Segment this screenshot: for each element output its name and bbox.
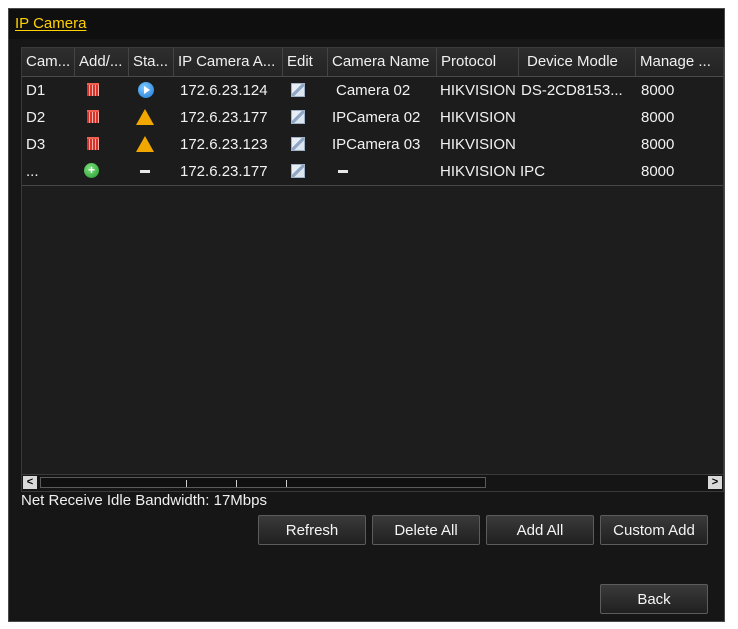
management-port: 8000 [641,136,675,153]
scrollbar-thumb[interactable] [40,477,486,488]
delete-all-button[interactable]: Delete All [372,515,480,545]
play-icon [138,82,154,98]
title-bar: IP Camera [9,9,724,39]
device-model [519,131,636,158]
scroll-tick [186,480,187,487]
scroll-right-arrow[interactable]: > [708,476,722,489]
scroll-left-arrow[interactable]: < [23,476,37,489]
edit-icon[interactable] [291,137,305,151]
trash-icon[interactable] [87,110,99,123]
table-row[interactable]: D1 172.6.23.124 Camera 02 HIKVISION DS-2… [22,77,723,105]
table-row[interactable]: D2 172.6.23.177 IPCamera 02 HIKVISION 80… [22,104,723,132]
ip-address: 172.6.23.123 [180,136,268,153]
protocol: HIKVISION [440,136,516,153]
col-header-device-model[interactable]: Device Modle [519,48,636,76]
dash-icon [338,170,348,173]
ip-address: 172.6.23.177 [180,163,268,180]
protocol: HIKVISION [440,109,516,126]
device-model: DS-2CD8153... [521,82,623,99]
camera-name: IPCamera 02 [332,109,421,126]
add-all-button[interactable]: Add All [486,515,594,545]
camera-no: D2 [26,109,46,126]
window-title: IP Camera [15,15,87,32]
camera-table: Cam... Add/... Sta... IP Camera A... Edi… [21,47,724,492]
camera-no: D3 [26,136,46,153]
ip-address: 172.6.23.177 [180,109,268,126]
table-row[interactable]: ... + 172.6.23.177 HIKVISION IPC 8000 [22,158,723,186]
protocol: HIKVISION IPC [440,163,546,180]
col-header-status[interactable]: Sta... [129,48,174,76]
back-button[interactable]: Back [600,584,708,614]
col-header-camera-name[interactable]: Camera Name [328,48,437,76]
camera-no: D1 [26,82,46,99]
trash-icon[interactable] [87,83,99,96]
ip-address: 172.6.23.124 [180,82,268,99]
custom-add-button[interactable]: Custom Add [600,515,708,545]
management-port: 8000 [641,82,675,99]
dash-icon [140,170,150,173]
device-model [519,158,636,185]
bandwidth-status: Net Receive Idle Bandwidth: 17Mbps [21,492,267,509]
trash-icon[interactable] [87,137,99,150]
device-model [519,104,636,131]
add-icon[interactable]: + [84,163,99,178]
protocol: HIKVISION [440,82,516,99]
camera-no: ... [26,163,39,180]
ip-camera-window: IP Camera Cam... Add/... Sta... IP Camer… [8,8,725,622]
warning-icon [136,109,154,125]
scroll-tick [236,480,237,487]
edit-icon[interactable] [291,110,305,124]
horizontal-scrollbar[interactable]: < > [22,474,723,491]
col-header-ip-address[interactable]: IP Camera A... [174,48,283,76]
management-port: 8000 [641,163,675,180]
table-header: Cam... Add/... Sta... IP Camera A... Edi… [22,48,723,77]
scroll-tick [286,480,287,487]
refresh-button[interactable]: Refresh [258,515,366,545]
col-header-edit[interactable]: Edit [283,48,328,76]
edit-icon[interactable] [291,164,305,178]
col-header-add-delete[interactable]: Add/... [75,48,129,76]
edit-icon[interactable] [291,83,305,97]
camera-name: IPCamera 03 [332,136,421,153]
col-header-management-port[interactable]: Manage ... [636,48,723,76]
warning-icon [136,136,154,152]
col-header-camera[interactable]: Cam... [22,48,75,76]
camera-name: Camera 02 [336,82,411,99]
col-header-protocol[interactable]: Protocol [437,48,519,76]
management-port: 8000 [641,109,675,126]
table-row[interactable]: D3 172.6.23.123 IPCamera 03 HIKVISION 80… [22,131,723,159]
